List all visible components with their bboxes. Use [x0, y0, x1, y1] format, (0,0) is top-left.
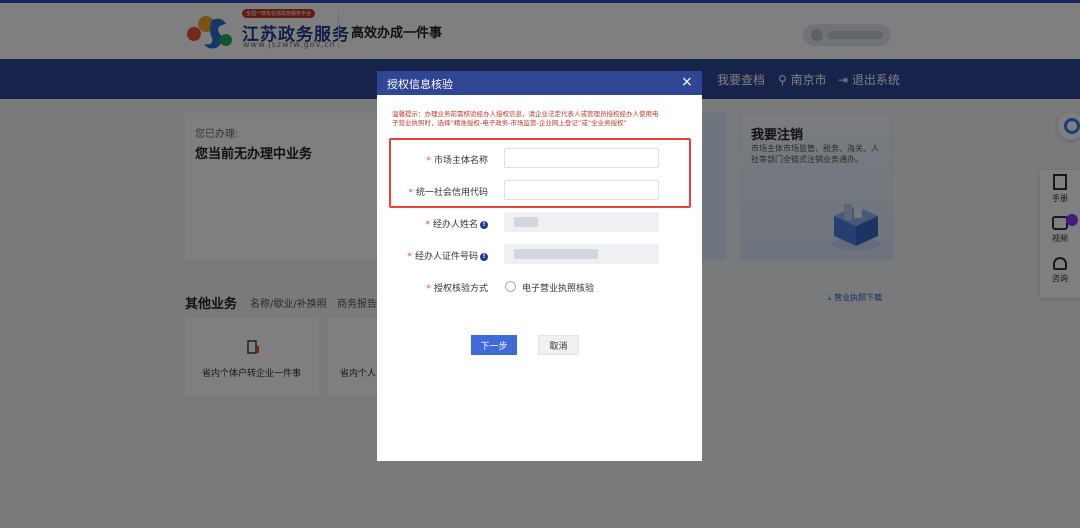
e-license-radio-label[interactable]: 电子营业执照核验	[522, 281, 594, 294]
required-mark: *	[407, 252, 412, 262]
agent-id-label: * 经办人证件号码!	[407, 249, 488, 262]
modal-header: 授权信息核验 ×	[377, 71, 702, 95]
close-icon[interactable]: ×	[681, 73, 693, 91]
required-mark: *	[408, 188, 413, 198]
required-mark: *	[426, 156, 431, 166]
entity-name-input[interactable]	[504, 148, 659, 168]
masked-agent-name	[514, 217, 538, 227]
credit-code-label-text: 统一社会信用代码	[415, 188, 488, 198]
cancel-button[interactable]: 取消	[538, 335, 579, 355]
authorization-tip: 温馨提示：办理业务前需核验经办人授权信息，请企业法定代表人或管理员授权经办人使用…	[392, 110, 659, 127]
entity-name-label: * 市场主体名称	[426, 153, 488, 166]
next-step-button[interactable]: 下一步	[471, 335, 517, 355]
verify-method-label: * 授权核验方式	[426, 281, 488, 294]
required-mark: *	[426, 284, 431, 294]
agent-name-label-text: 经办人姓名	[432, 220, 478, 230]
verify-method-label-text: 授权核验方式	[433, 284, 488, 294]
credit-code-label: * 统一社会信用代码	[408, 185, 488, 198]
modal-title: 授权信息核验	[387, 78, 453, 91]
credit-code-input[interactable]	[504, 180, 659, 200]
e-license-radio[interactable]	[505, 281, 516, 292]
agent-id-label-text: 经办人证件号码	[414, 252, 478, 262]
agent-name-label: * 经办人姓名!	[425, 217, 488, 230]
authorization-modal: 授权信息核验 × 温馨提示：办理业务前需核验经办人授权信息，请企业法定代表人或管…	[377, 71, 702, 461]
entity-name-label-text: 市场主体名称	[433, 156, 488, 166]
info-icon[interactable]: !	[480, 221, 488, 229]
required-mark: *	[425, 220, 430, 230]
masked-agent-id	[514, 249, 598, 259]
info-icon[interactable]: !	[480, 253, 488, 261]
